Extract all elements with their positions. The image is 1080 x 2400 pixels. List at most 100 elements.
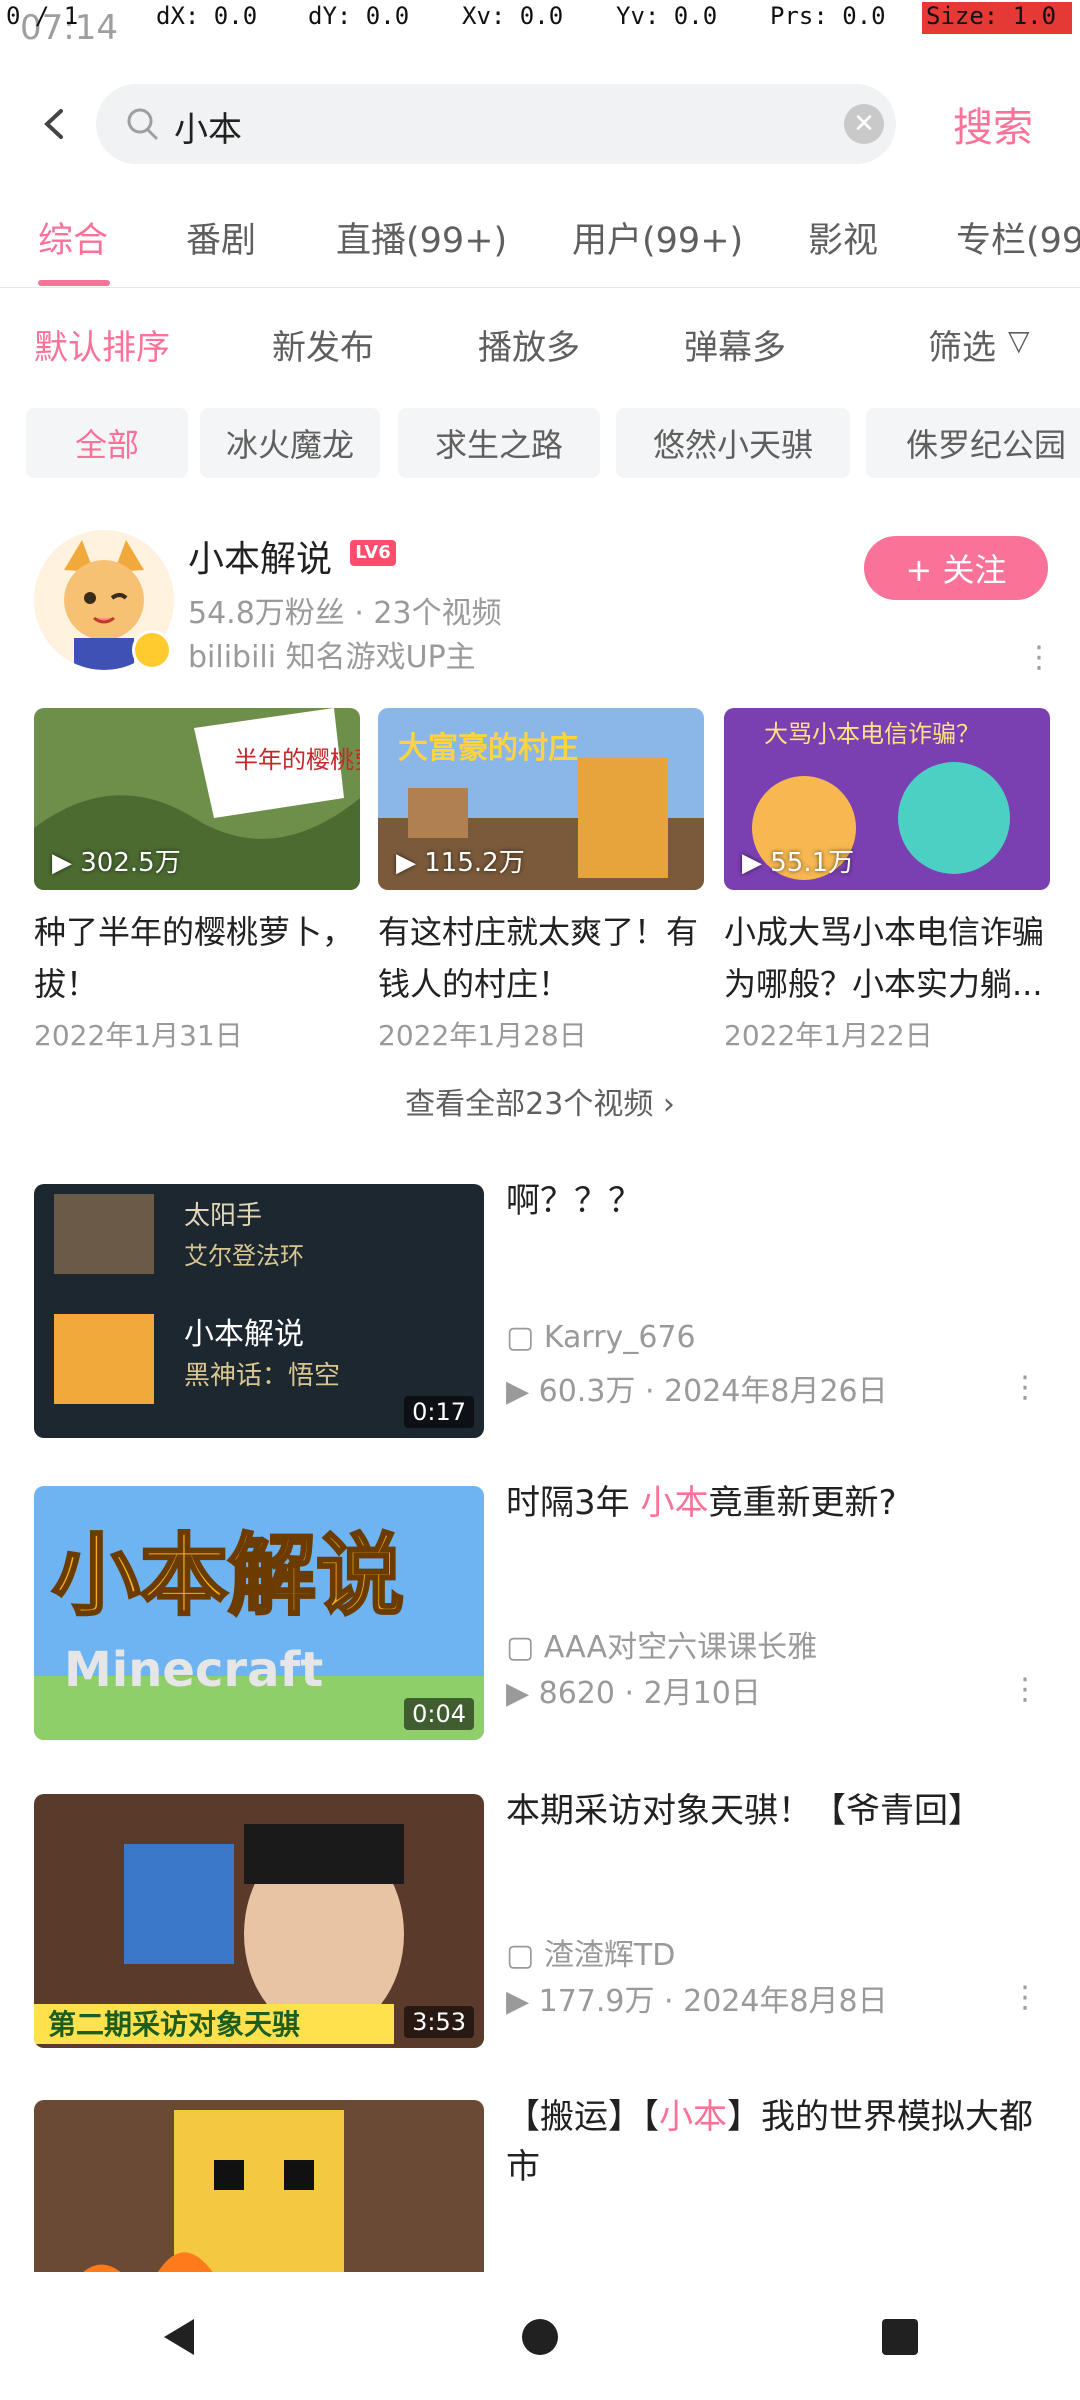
tab-live[interactable]: 直播(99+) [336,212,507,263]
thumb-line: Minecraft [64,1642,323,1698]
follow-button[interactable]: + 关注 [864,536,1048,600]
video-count: 23个视频 [373,596,502,631]
video-meta: ▶ 8620 · 2月10日 [506,1676,761,1711]
video-thumbnail[interactable]: 第二期采访对象天骐 3:53 [34,1794,484,2048]
title-highlight: 小本 [640,1483,709,1523]
sort-default[interactable]: 默认排序 [34,320,170,369]
thumb-line: 太阳手 [184,1201,262,1231]
video-list-item[interactable]: 第二期采访对象天骐 3:53 本期采访对象天骐！【爷青回】 ▢ 渣渣辉TD ▶ … [0,1770,1080,2060]
video-title[interactable]: 种了半年的樱桃萝卜，拔！ [34,906,360,1010]
nav-home-button[interactable] [500,2297,580,2377]
system-nav-bar [0,2274,1080,2400]
tag-chips: 全部 冰火魔龙 求生之路 悠然小天骐 侏罗纪公园 [0,396,1080,498]
video-meta: ▶ 177.9万 · 2024年8月8日 [506,1984,888,2019]
sort-bar: 默认排序 新发布 播放多 弹幕多 筛选 ▽ [0,290,1080,390]
user-card[interactable]: 小本解说 LV6 54.8万粉丝 · 23个视频 bilibili 知名游戏UP… [0,500,1080,705]
chip-tag[interactable]: 悠然小天骐 [616,408,850,478]
video-author[interactable]: ▢ 渣渣辉TD [506,1930,675,1974]
debug-yv: Yv: 0.0 [616,2,718,30]
debug-size: Size: 1.0 [922,2,1072,34]
clear-icon[interactable]: ✕ [844,104,884,144]
search-submit-button[interactable]: 搜索 [918,84,1068,164]
play-count: ▶ 115.2万 [396,848,525,878]
thumb-line: 小本解说 [184,1317,304,1352]
more-options-icon[interactable]: ⋮ [1024,640,1054,675]
debug-pointer: 0 / 1 [6,2,79,30]
more-options-icon[interactable]: ⋮ [1010,1370,1040,1405]
active-tab-indicator [38,280,110,286]
video-thumbnail[interactable] [34,2100,484,2272]
chip-tag[interactable]: 侏罗纪公园 [866,408,1080,478]
video-title[interactable]: 【搬运】【小本】我的世界模拟大都市 [506,2092,1046,2192]
video-thumbnail[interactable]: 太阳手 艾尔登法环 小本解说 黑神话：悟空 0:17 [34,1184,484,1438]
author-name: AAA对空六课课长雅 [543,1630,818,1665]
title-text: 【搬运】【 [506,2097,659,2137]
verified-badge-icon [132,630,172,670]
more-options-icon[interactable]: ⋮ [1010,1980,1040,2015]
sort-most-played[interactable]: 播放多 [478,320,580,369]
tab-comprehensive[interactable]: 综合 [38,212,108,263]
debug-xv: Xv: 0.0 [462,2,564,30]
tab-articles[interactable]: 专栏(99+) [956,212,1080,263]
play-count: 177.9万 [538,1984,655,2019]
sort-newest[interactable]: 新发布 [272,320,374,369]
nav-back-button[interactable] [140,2297,220,2377]
sort-most-danmaku[interactable]: 弹幕多 [684,320,786,369]
video-date: 2024年8月8日 [683,1984,888,2019]
video-date: 2022年1月28日 [378,1019,587,1052]
debug-dx: dX: 0.0 [156,2,258,30]
video-title[interactable]: 啊？？？ [506,1176,1046,1226]
thumb-line: 第二期采访对象天骐 [48,2008,300,2041]
back-button[interactable] [24,92,84,156]
nav-recents-icon [882,2319,918,2355]
thumb-caption: 大富豪的村庄 [398,731,578,766]
chip-all[interactable]: 全部 [26,408,188,478]
debug-dy: dY: 0.0 [308,2,410,30]
title-highlight: 小本 [659,2097,727,2137]
grid-video-card[interactable]: 大骂小本电信诈骗？ ▶ 55.1万 小成大骂小本电信诈骗为哪般？小本实力躺...… [724,708,1050,1058]
author-name: 渣渣辉TD [543,1938,676,1973]
thumb-line: 黑神话：悟空 [184,1361,340,1391]
video-duration: 3:53 [404,2006,474,2038]
thumbnail-image [34,2100,484,2272]
status-bar: 07:14 0 / 1 dX: 0.0 dY: 0.0 Xv: 0.0 Yv: … [0,0,1080,48]
user-description: bilibili 知名游戏UP主 [188,640,476,675]
video-title[interactable]: 小成大骂小本电信诈骗为哪般？小本实力躺... [724,906,1050,1010]
filter-button[interactable]: 筛选 [928,320,996,369]
video-date: 2022年1月31日 [34,1019,243,1052]
chip-tag[interactable]: 冰火魔龙 [200,408,380,478]
see-all-videos-link[interactable]: 查看全部23个视频 › [0,1070,1080,1140]
video-list-item[interactable]: 【搬运】【小本】我的世界模拟大都市 [0,2076,1080,2272]
nav-recents-button[interactable] [860,2297,940,2377]
video-title[interactable]: 时隔3年 小本竟重新更新? [506,1478,1046,1528]
filter-icon[interactable]: ▽ [1008,324,1030,357]
play-count-value: 115.2万 [424,848,525,878]
video-duration: 0:04 [404,1698,474,1730]
fans-count: 54.8万粉丝 [188,596,345,631]
grid-video-card[interactable]: 半年的樱桃萝卜 ▶ 302.5万 种了半年的樱桃萝卜，拔！ 2022年1月31日 [34,708,360,1058]
video-title[interactable]: 有这村庄就太爽了！有钱人的村庄！ [378,906,704,1010]
video-list-item[interactable]: 小本解说 Minecraft 0:04 时隔3年 小本竟重新更新? ▢ AAA对… [0,1462,1080,1752]
video-author[interactable]: ▢ AAA对空六课课长雅 [506,1622,817,1666]
play-count-value: 55.1万 [770,848,855,878]
video-title[interactable]: 本期采访对象天骐！【爷青回】 [506,1786,1046,1836]
title-text: 本期采访对象天骐！【爷青回】 [506,1791,982,1831]
tab-anime[interactable]: 番剧 [186,212,256,263]
search-icon [127,108,158,140]
user-name[interactable]: 小本解说 [188,530,332,582]
video-thumbnail[interactable]: 小本解说 Minecraft 0:04 [34,1486,484,1740]
tab-users[interactable]: 用户(99+) [572,212,743,263]
user-stats: 54.8万粉丝 · 23个视频 [188,596,502,631]
video-list-item[interactable]: 太阳手 艾尔登法环 小本解说 黑神话：悟空 0:17 啊？？？ ▢ Karry_… [0,1160,1080,1450]
video-author[interactable]: ▢ Karry_676 [506,1320,696,1355]
grid-video-card[interactable]: 大富豪的村庄 ▶ 115.2万 有这村庄就太爽了！有钱人的村庄！ 2022年1月… [378,708,704,1058]
more-options-icon[interactable]: ⋮ [1010,1672,1040,1707]
video-date: 2024年8月26日 [664,1374,888,1409]
title-text: 竟重新更新? [708,1483,897,1523]
nav-home-icon [522,2319,558,2355]
search-query[interactable]: 小本 [174,102,242,151]
play-count: 60.3万 [538,1374,636,1409]
search-input[interactable]: 小本 ✕ [96,84,896,164]
tab-film[interactable]: 影视 [808,212,878,263]
chip-tag[interactable]: 求生之路 [398,408,600,478]
